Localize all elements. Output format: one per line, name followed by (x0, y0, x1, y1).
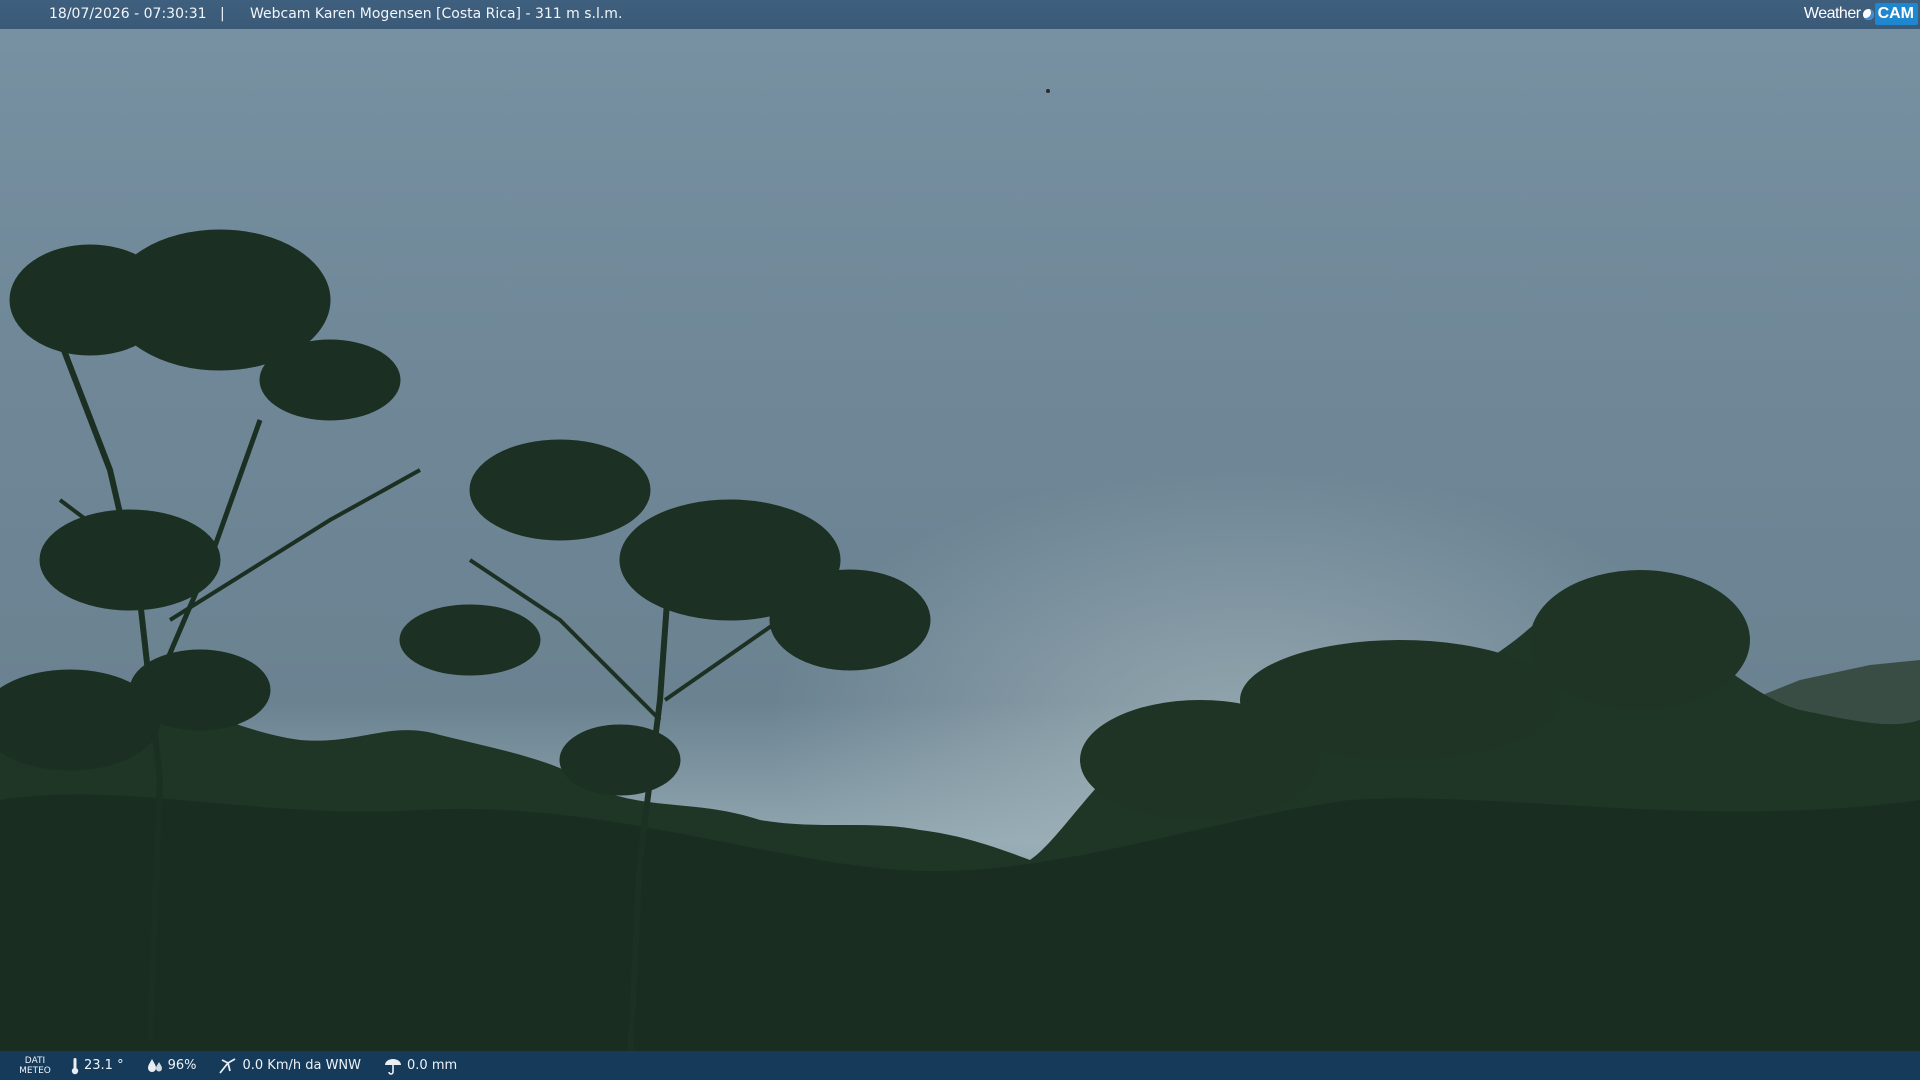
rain-value: 0.0 mm (407, 1058, 458, 1073)
humidity-value: 96% (167, 1058, 197, 1073)
camera-title: Webcam Karen Mogensen [Costa Rica] - 311… (250, 6, 623, 22)
bird (1046, 89, 1050, 93)
webcam-image (0, 0, 1920, 1080)
wind-value: 0.0 Km/h da WNW (242, 1058, 362, 1073)
separator: | (220, 6, 225, 22)
humidity-icon (147, 1058, 162, 1072)
meteo-bar: DATI METEO 23.1 ° 96% 0.0 Km/h da WNW 0.… (0, 1051, 1920, 1080)
rain-reading: 0.0 mm (383, 1057, 457, 1075)
rain-icon (385, 1058, 402, 1075)
humidity-reading: 96% (146, 1058, 197, 1074)
temperature-reading: 23.1 ° (70, 1057, 124, 1075)
logo-globe-icon (1862, 8, 1874, 20)
timestamp: 18/07/2026 - 07:30:31 (49, 6, 207, 22)
wind-reading: 0.0 Km/h da WNW (218, 1057, 361, 1075)
logo-word: Weather (1803, 5, 1861, 22)
logo-badge: CAM (1874, 3, 1918, 25)
wind-icon (219, 1057, 236, 1074)
meteo-label-line1: DATI (24, 1055, 46, 1066)
thermometer-icon (71, 1057, 79, 1074)
weathercam-logo: Weather CAM (1804, 1, 1918, 27)
temperature-value: 23.1 ° (84, 1058, 124, 1073)
meteo-label: DATI METEO (0, 1056, 70, 1076)
top-info-bar: 18/07/2026 - 07:30:31 | Webcam Karen Mog… (0, 0, 1920, 29)
meteo-label-line2: METEO (19, 1065, 51, 1076)
